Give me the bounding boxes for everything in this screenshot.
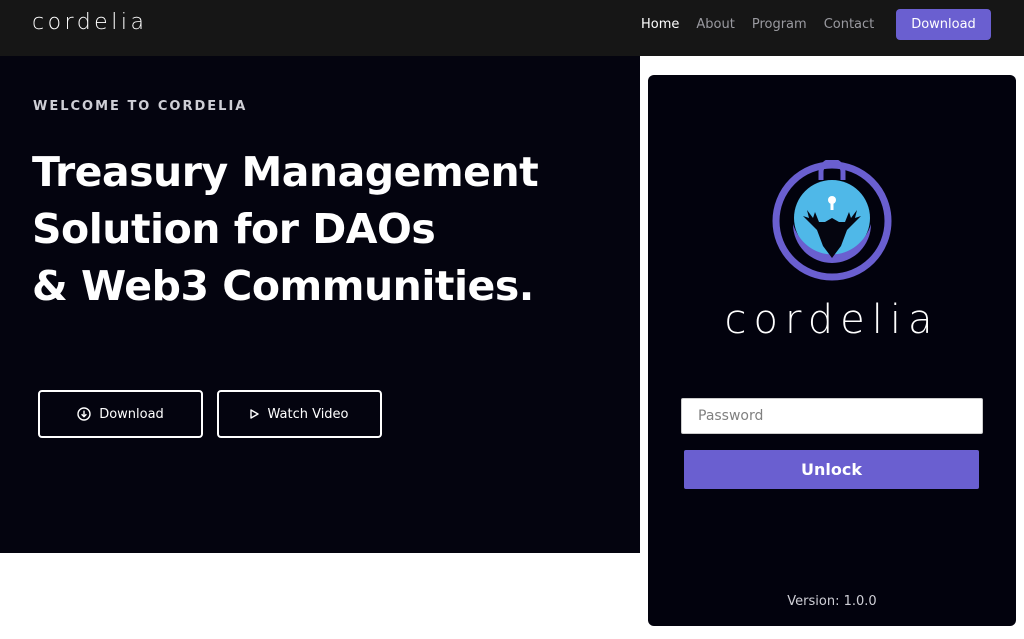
- hero-download-label: Download: [99, 406, 164, 422]
- version-text: Version: 1.0.0: [787, 594, 877, 609]
- site-logo[interactable]: cordelia: [32, 10, 147, 35]
- lock-deer-logo: [772, 160, 892, 281]
- watch-video-button[interactable]: Watch Video: [217, 390, 382, 438]
- nav-about[interactable]: About: [696, 17, 734, 33]
- wallet-popup: cordelia Unlock Version: 1.0.0: [648, 75, 1016, 626]
- unlock-button[interactable]: Unlock: [684, 450, 979, 489]
- play-icon: [250, 409, 260, 419]
- nav-contact[interactable]: Contact: [824, 17, 875, 33]
- watch-video-label: Watch Video: [267, 406, 349, 422]
- popup-brand: cordelia: [724, 297, 940, 343]
- password-input[interactable]: [681, 398, 983, 434]
- headline-line-3: & Web3 Communities.: [32, 262, 534, 310]
- nav-download-button[interactable]: Download: [896, 9, 991, 40]
- top-navbar: cordelia Home About Program Contact Down…: [0, 0, 1024, 56]
- nav-program[interactable]: Program: [752, 17, 807, 33]
- download-circle-icon: [77, 407, 91, 421]
- headline-line-2: Solution for DAOs: [32, 205, 436, 253]
- hero-eyebrow: WELCOME TO CORDELIA: [33, 99, 248, 114]
- hero-section: WELCOME TO CORDELIA Treasury Management …: [0, 56, 640, 553]
- nav-home[interactable]: Home: [641, 17, 679, 33]
- nav-links: Home About Program Contact: [641, 17, 891, 33]
- hero-headline: Treasury Management Solution for DAOs & …: [32, 144, 592, 315]
- headline-line-1: Treasury Management: [32, 148, 539, 196]
- hero-download-button[interactable]: Download: [38, 390, 203, 438]
